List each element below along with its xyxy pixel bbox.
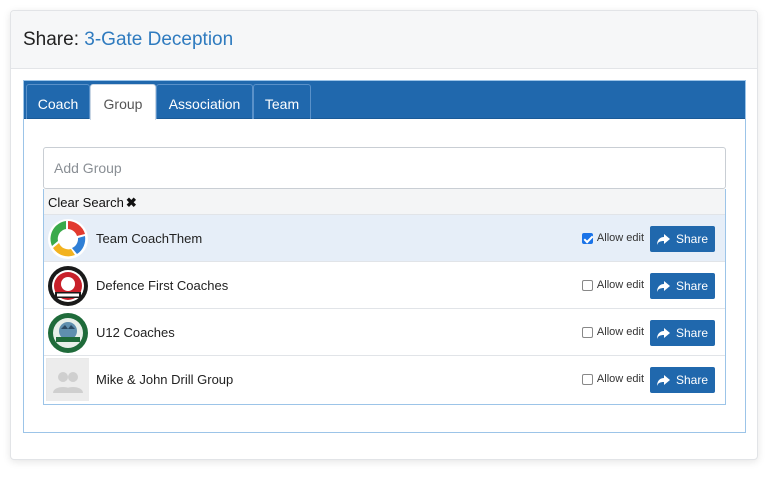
share-card: Share: 3-Gate Deception Coach Group Asso… (10, 10, 758, 460)
allow-edit-checkbox[interactable] (581, 279, 593, 291)
placeholder-avatar-icon (46, 358, 89, 401)
group-name: Defence First Coaches (96, 278, 229, 293)
allow-edit-checkbox[interactable] (581, 232, 593, 244)
share-arrow-icon (656, 374, 670, 386)
tab-team[interactable]: Team (253, 84, 311, 119)
wildcats-logo-icon (46, 311, 89, 354)
tab-association[interactable]: Association (156, 84, 253, 119)
share-prefix: Share: (23, 29, 79, 50)
defence-first-logo-icon (46, 264, 89, 307)
tab-group[interactable]: Group (90, 84, 156, 120)
share-label: Share (675, 326, 709, 340)
group-row[interactable]: Team CoachThem Allow edit Share (44, 215, 725, 262)
share-label: Share (675, 373, 709, 387)
share-arrow-icon (656, 327, 670, 339)
group-name: Team CoachThem (96, 231, 203, 246)
group-row[interactable]: U12 Coaches Allow edit Share (44, 309, 725, 356)
allow-edit-checkbox[interactable] (581, 326, 593, 338)
add-group-input[interactable] (43, 147, 726, 189)
allow-edit-label: Allow edit (596, 373, 644, 385)
share-header: Share: 3-Gate Deception (11, 11, 757, 69)
allow-edit-toggle[interactable]: Allow edit (581, 326, 644, 338)
share-arrow-icon (656, 280, 670, 292)
group-results: Clear Search ✖ Team CoachThem Allow edit… (43, 189, 726, 405)
shared-item-title[interactable]: 3-Gate Deception (84, 29, 233, 50)
allow-edit-toggle[interactable]: Allow edit (581, 232, 644, 244)
allow-edit-label: Allow edit (596, 326, 644, 338)
clear-search-label: Clear Search (48, 195, 124, 210)
allow-edit-toggle[interactable]: Allow edit (581, 279, 644, 291)
share-button[interactable]: Share (650, 273, 715, 299)
tab-coach[interactable]: Coach (26, 84, 90, 119)
share-panel: Coach Group Association Team Clear Searc… (23, 80, 746, 433)
tab-bar: Coach Group Association Team (24, 81, 745, 120)
group-row[interactable]: Defence First Coaches Allow edit Share (44, 262, 725, 309)
clear-search-button[interactable]: Clear Search ✖ (44, 189, 725, 215)
group-row[interactable]: Mike & John Drill Group Allow edit Share (44, 356, 725, 403)
share-label: Share (675, 232, 709, 246)
group-name: U12 Coaches (96, 325, 175, 340)
allow-edit-checkbox[interactable] (581, 373, 593, 385)
share-button[interactable]: Share (650, 320, 715, 346)
coachthem-logo-icon (46, 217, 89, 260)
share-button[interactable]: Share (650, 367, 715, 393)
group-name: Mike & John Drill Group (96, 372, 234, 387)
allow-edit-label: Allow edit (596, 279, 644, 291)
allow-edit-label: Allow edit (596, 232, 644, 244)
share-button[interactable]: Share (650, 226, 715, 252)
share-arrow-icon (656, 233, 670, 245)
close-icon: ✖ (125, 195, 137, 210)
allow-edit-toggle[interactable]: Allow edit (581, 373, 644, 385)
share-label: Share (675, 279, 709, 293)
